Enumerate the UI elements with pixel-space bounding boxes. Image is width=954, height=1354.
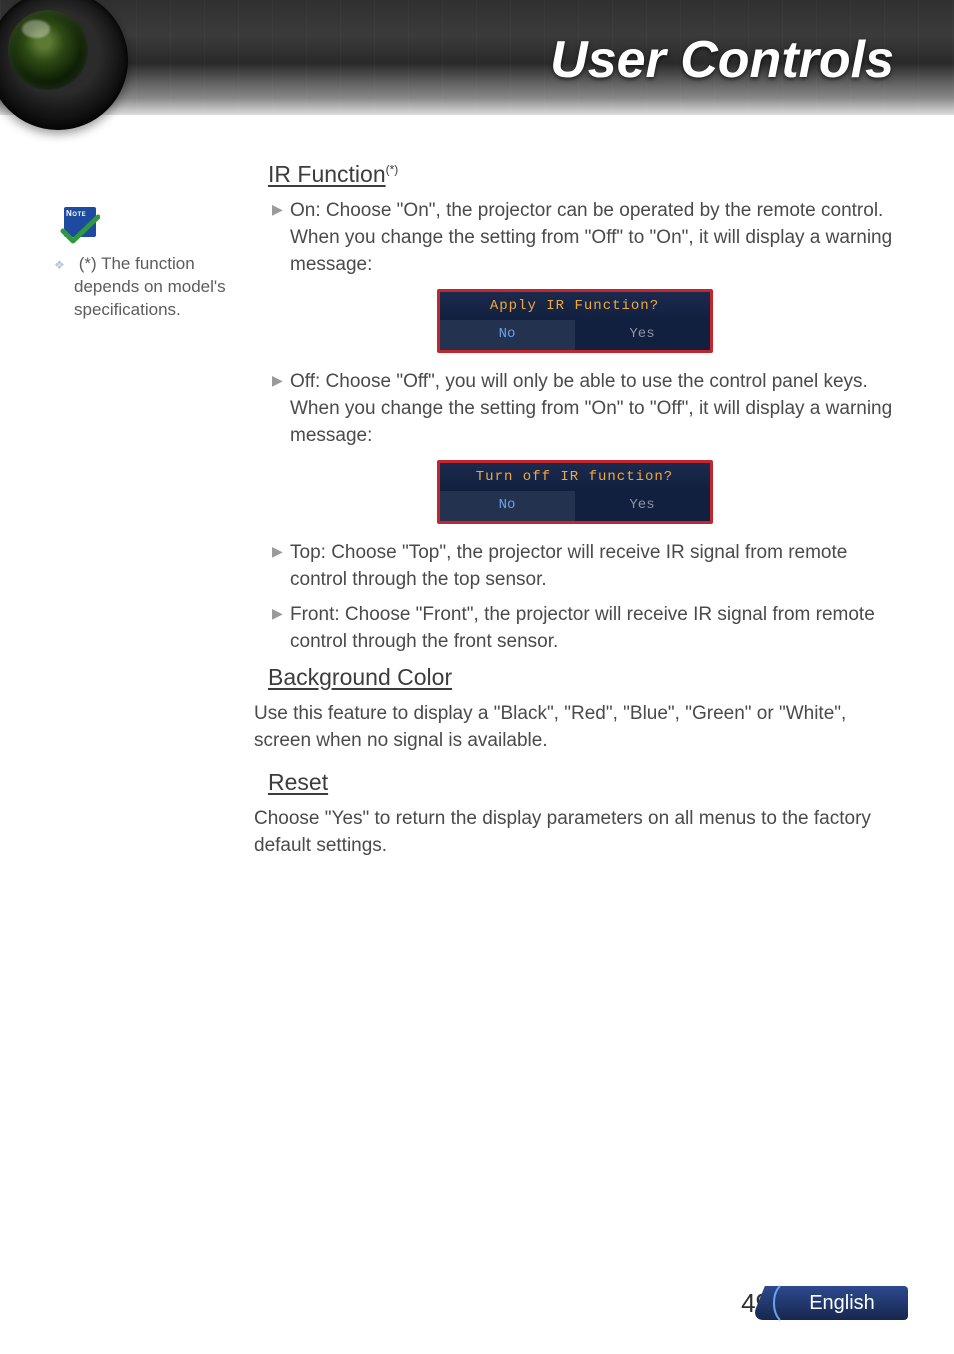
osd-dialog-turn-off-ir: Turn off IR function? No Yes <box>437 460 713 524</box>
bullet-ir-on-text: On: Choose "On", the projector can be op… <box>290 198 899 279</box>
bullet-ir-off: ▶ Off: Choose "Off", you will only be ab… <box>272 369 899 450</box>
chevron-right-icon: ▶ <box>272 198 290 279</box>
chevron-right-icon: ▶ <box>272 369 290 450</box>
bullet-ir-on: ▶ On: Choose "On", the projector can be … <box>272 198 899 279</box>
bullet-ir-top-text: Top: Choose "Top", the projector will re… <box>290 540 899 594</box>
osd-yes-button[interactable]: Yes <box>575 491 710 521</box>
osd-yes-button[interactable]: Yes <box>575 320 710 350</box>
page-title: User Controls <box>550 30 894 90</box>
section-title-ir-function: IR Function(*) <box>250 161 899 188</box>
chevron-right-icon: ▶ <box>272 602 290 656</box>
section-title-background-color: Background Color <box>250 664 899 691</box>
main-content: IR Function(*) ▶ On: Choose "On", the pr… <box>250 155 899 874</box>
note-badge-icon: Note <box>60 207 100 247</box>
sidebar: Note ❖ (*) The function depends on model… <box>40 155 250 874</box>
bullet-ir-front-text: Front: Choose "Front", the projector wil… <box>290 602 899 656</box>
chevron-right-icon: ▶ <box>272 540 290 594</box>
osd-no-button[interactable]: No <box>440 320 575 350</box>
lens-icon <box>0 0 128 130</box>
header-band: User Controls <box>0 0 954 115</box>
note-footnote-text: ❖ (*) The function depends on model's sp… <box>40 253 250 322</box>
osd-dialog-apply-ir: Apply IR Function? No Yes <box>437 289 713 353</box>
osd-title: Apply IR Function? <box>440 292 710 320</box>
bullet-ir-front: ▶ Front: Choose "Front", the projector w… <box>272 602 899 656</box>
background-color-text: Use this feature to display a "Black", "… <box>254 701 899 755</box>
note-text-content: (*) The function depends on model's spec… <box>74 254 226 319</box>
footer: 49 English <box>741 1286 908 1320</box>
reset-text: Choose "Yes" to return the display param… <box>254 806 899 860</box>
bullet-ir-top: ▶ Top: Choose "Top", the projector will … <box>272 540 899 594</box>
section-title-reset: Reset <box>250 769 899 796</box>
bullet-ir-off-text: Off: Choose "Off", you will only be able… <box>290 369 899 450</box>
language-pill: English <box>776 1286 908 1320</box>
osd-title: Turn off IR function? <box>440 463 710 491</box>
diamond-icon: ❖ <box>64 257 74 273</box>
language-label: English <box>809 1292 875 1315</box>
osd-no-button[interactable]: No <box>440 491 575 521</box>
